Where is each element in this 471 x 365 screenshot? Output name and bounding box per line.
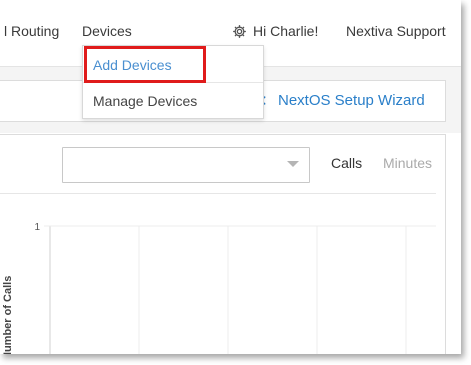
calls-chart: Number of Calls 1 (2, 222, 436, 354)
app-window: l Routing Devices Hi Charlie! Nextiva Su… (0, 0, 461, 354)
nav-user-menu[interactable]: Hi Charlie! (232, 23, 318, 39)
chart-y-label: Number of Calls (2, 276, 14, 354)
chart-y-ticks: 1 (34, 222, 40, 233)
setup-wizard-link[interactable]: NextOS Setup Wizard (278, 92, 425, 109)
menu-item-manage-devices[interactable]: Manage Devices (93, 93, 197, 109)
annotation-highlight-box (84, 46, 206, 83)
panel-divider (0, 193, 436, 194)
period-select[interactable] (62, 147, 310, 183)
chart-grid (44, 225, 436, 354)
nav-devices[interactable]: Devices (82, 23, 132, 39)
nav-call-routing[interactable]: l Routing (4, 23, 59, 39)
nav-support[interactable]: Nextiva Support (346, 23, 446, 39)
chevron-down-icon[interactable] (287, 161, 299, 167)
user-greeting: Hi Charlie! (253, 23, 319, 39)
toggle-calls[interactable]: Calls (331, 155, 362, 171)
y-tick-label: 1 (34, 222, 40, 233)
toggle-minutes[interactable]: Minutes (383, 155, 432, 171)
gear-icon[interactable] (232, 24, 247, 39)
